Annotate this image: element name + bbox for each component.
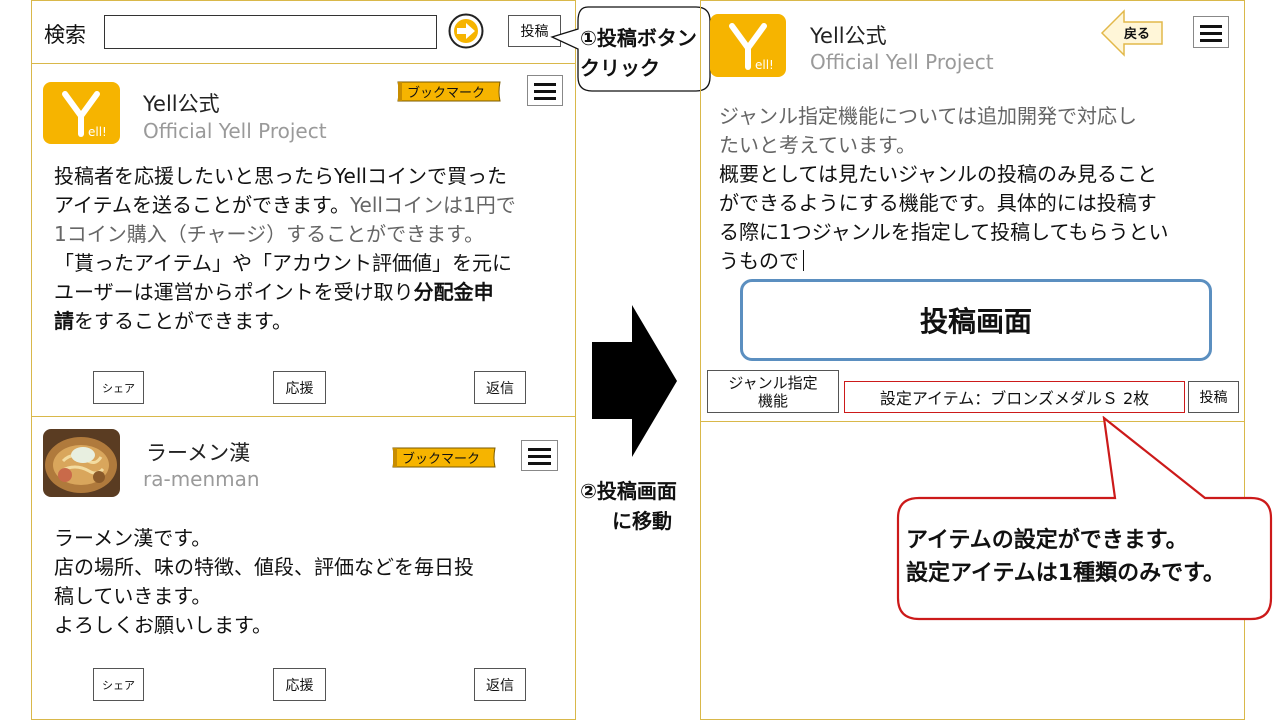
account-id: ra-menman [143, 467, 260, 491]
step1-text-line2: クリック [580, 56, 660, 80]
post-body-line: よろしくお願いします。 [54, 613, 272, 637]
yell-logo: ell! [710, 14, 786, 77]
step2-text-line2: に移動 [612, 509, 672, 533]
bookmark-label: ブックマーク [407, 86, 486, 101]
big-right-arrow-icon [590, 305, 678, 458]
post-body-line: 稿していきます。 [54, 584, 212, 608]
header-divider [31, 63, 576, 64]
back-arrow-icon[interactable]: 戻る [1100, 9, 1164, 57]
post-body-line: 店の場所、味の特徴、値段、評価などを毎日投 [54, 555, 474, 579]
share-button[interactable]: シェア [93, 371, 144, 404]
screen-title: 投稿画面 [919, 305, 1032, 338]
post-body-line: 投稿者を応援したいと思ったらYellコインで買った [54, 164, 507, 188]
item-setting-field[interactable]: 設定アイテム：ブロンズメダルＳ 2枚 [844, 381, 1185, 413]
post-body: 投稿者を応援したいと思ったらYellコインで買った アイテムを送ることができます… [54, 162, 566, 336]
account-id: Official Yell Project [810, 50, 994, 74]
compose-line: ジャンル指定機能については追加開発で対応し [719, 104, 1137, 128]
compose-line: たいと考えています。 [719, 133, 916, 157]
compose-post-button[interactable]: 投稿 [1188, 381, 1239, 413]
account-name: Yell公式 [810, 24, 887, 48]
text-cursor [803, 250, 804, 271]
back-label: 戻る [1124, 27, 1151, 42]
step1-text-line1: ①投稿ボタン [580, 26, 697, 50]
hamburger-menu-icon[interactable] [1193, 16, 1229, 48]
bookmark-label: ブックマーク [402, 452, 481, 467]
bookmark-ribbon-icon[interactable]: ブックマーク [389, 445, 499, 471]
share-button[interactable]: シェア [93, 668, 144, 701]
post-body: ラーメン漢です。 店の場所、味の特徴、値段、評価などを毎日投 稿していきます。 … [54, 524, 566, 640]
compose-line: ができるようにする機能です。具体的には投稿す [719, 191, 1157, 215]
account-id: Official Yell Project [143, 119, 327, 143]
support-button[interactable]: 応援 [273, 668, 326, 701]
post-body-line: ラーメン漢です。 [54, 526, 212, 550]
screen-title-box: 投稿画面 [740, 279, 1212, 361]
ramen-avatar [43, 429, 120, 497]
search-label: 検索 [44, 23, 86, 47]
compose-line: る際に1つジャンルを指定して投稿してもらうとい [719, 220, 1169, 244]
svg-text:ell!: ell! [88, 125, 107, 139]
post-body-line: 「貰ったアイテム」や「アカウント評価値」を元に [54, 251, 512, 275]
item-note-line2: 設定アイテムは1種類のみです。 [906, 561, 1225, 586]
post-body-line: 請をすることができます。 [54, 309, 292, 333]
reply-button[interactable]: 返信 [474, 371, 526, 404]
reply-button[interactable]: 返信 [474, 668, 526, 701]
step2-text-line1: ②投稿画面 [580, 479, 677, 503]
bookmark-ribbon-icon[interactable]: ブックマーク [394, 79, 504, 105]
svg-text:ell!: ell! [755, 58, 774, 72]
item-note-line1: アイテムの設定ができます。 [906, 528, 1188, 553]
search-go-icon[interactable] [448, 13, 484, 49]
yell-logo: ell! [43, 82, 120, 144]
post-body-line: 1コイン購入（チャージ）することができます。 [54, 222, 485, 246]
compose-textarea[interactable]: ジャンル指定機能については追加開発で対応し たいと考えています。 概要としては見… [719, 102, 1235, 276]
support-button[interactable]: 応援 [273, 371, 326, 404]
compose-line: 概要としては見たいジャンルの投稿のみ見ること [719, 162, 1157, 186]
post-body-line: アイテムを送ることができます。Yellコインは1円で [54, 193, 516, 217]
post-body-line: ユーザーは運営からポイントを受け取り分配金申 [54, 280, 494, 304]
compose-line: うもので [719, 247, 1235, 276]
genre-select-button[interactable]: ジャンル指定 機能 [707, 370, 839, 413]
account-name: ラーメン漢 [146, 441, 251, 465]
account-name: Yell公式 [143, 92, 220, 116]
post-divider [31, 416, 576, 417]
item-note-callout [895, 415, 1273, 622]
hamburger-menu-icon[interactable] [521, 440, 558, 471]
search-input[interactable] [104, 15, 437, 49]
